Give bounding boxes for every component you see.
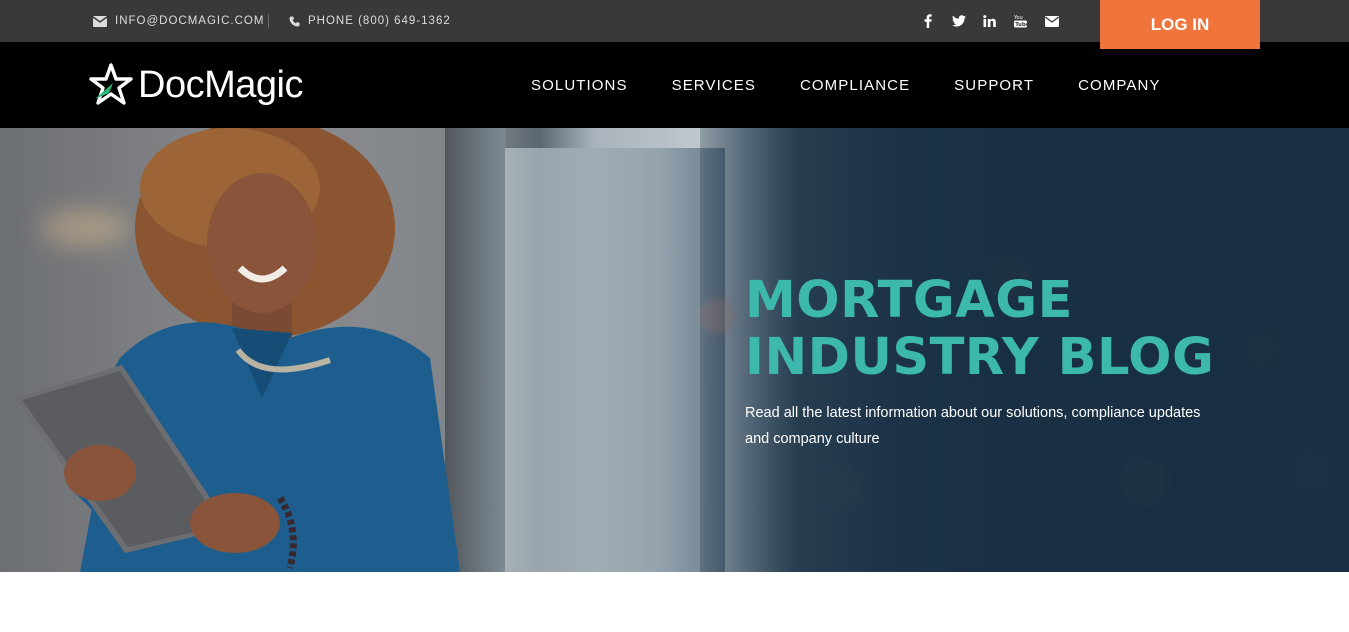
divider: [268, 14, 269, 28]
nav-compliance[interactable]: COMPLIANCE: [800, 77, 910, 94]
hero-photo-woman-with-tablet: [15, 128, 460, 572]
facebook-icon[interactable]: [912, 0, 943, 42]
svg-text:You: You: [1014, 15, 1023, 21]
login-button[interactable]: LOG IN: [1100, 0, 1260, 49]
phone-icon: [289, 15, 300, 27]
main-navbar: DocMagic SOLUTIONS SERVICES COMPLIANCE S…: [0, 42, 1349, 128]
background-window: [505, 148, 725, 572]
email-text: INFO@DOCMAGIC.COM: [115, 15, 265, 27]
nav-solutions[interactable]: SOLUTIONS: [531, 77, 628, 94]
twitter-icon[interactable]: [943, 0, 974, 42]
svg-text:Tube: Tube: [1015, 22, 1027, 28]
email-contact[interactable]: INFO@DOCMAGIC.COM: [93, 0, 264, 42]
hero-title-line-1: MORTGAGE: [745, 271, 1073, 330]
phone-contact[interactable]: PHONE (800) 649-1362: [289, 0, 451, 42]
nav-company[interactable]: COMPANY: [1078, 77, 1160, 94]
docmagic-logo[interactable]: DocMagic: [89, 61, 303, 109]
nav-services[interactable]: SERVICES: [672, 77, 756, 94]
primary-nav: SOLUTIONS SERVICES COMPLIANCE SUPPORT CO…: [531, 42, 1205, 128]
phone-text: PHONE (800) 649-1362: [308, 15, 451, 27]
youtube-icon[interactable]: YouTube: [1005, 0, 1036, 42]
mail-icon[interactable]: [1036, 0, 1067, 42]
social-links: YouTube: [912, 0, 1067, 42]
logo-wordmark: DocMagic: [138, 63, 303, 106]
hero-title: MORTGAGE INDUSTRY BLOG: [745, 272, 1214, 386]
linkedin-icon[interactable]: [974, 0, 1005, 42]
envelope-icon: [93, 15, 107, 27]
star-logo-icon: [89, 63, 133, 105]
nav-support[interactable]: SUPPORT: [954, 77, 1034, 94]
hero-subtitle: Read all the latest information about ou…: [745, 405, 1201, 447]
hero-title-line-2: INDUSTRY BLOG: [745, 328, 1215, 387]
